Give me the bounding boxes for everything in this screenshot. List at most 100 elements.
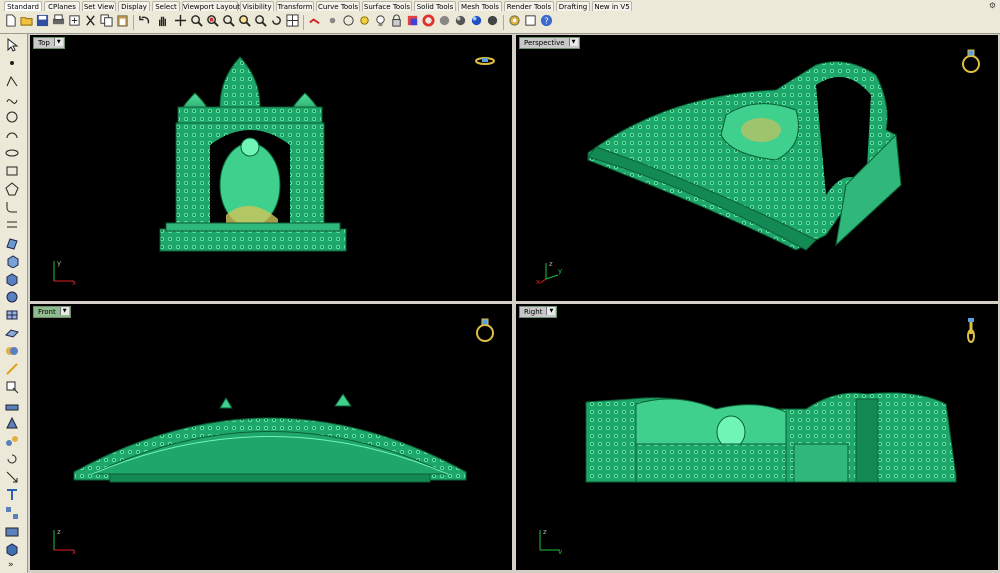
viewport-grid-icon[interactable] xyxy=(286,14,299,27)
layout-icon[interactable] xyxy=(5,506,19,520)
zoom-extents-icon[interactable] xyxy=(222,14,235,27)
zoom-icon[interactable] xyxy=(190,14,203,27)
tab-standard[interactable]: Standard xyxy=(4,1,42,11)
toolbar-separator xyxy=(503,15,504,30)
text-tool-icon[interactable] xyxy=(5,488,19,502)
group-icon[interactable] xyxy=(5,434,19,448)
temple-model-perspective-view xyxy=(587,61,902,251)
temple-model-front-view xyxy=(73,393,467,483)
viewport-right[interactable]: Right ▼ z y xyxy=(516,304,998,570)
render-preview-icon[interactable] xyxy=(486,14,499,27)
viewport-perspective[interactable]: Perspective ▼ z y x xyxy=(516,35,998,301)
zoom-selected-icon[interactable] xyxy=(254,14,267,27)
zoom-window-icon[interactable] xyxy=(206,14,219,27)
arc-icon[interactable] xyxy=(5,128,19,142)
zoom-all-icon[interactable] xyxy=(238,14,251,27)
open-file-icon[interactable] xyxy=(20,14,33,27)
toolbar-separator xyxy=(303,15,304,30)
more-tools-chevron-icon[interactable]: » xyxy=(8,560,14,570)
svg-text:?: ? xyxy=(544,15,548,25)
axis-y-label: y xyxy=(558,548,562,554)
move-view-icon[interactable] xyxy=(174,14,187,27)
sphere-solid-icon[interactable] xyxy=(5,290,19,304)
tab-render-tools[interactable]: Render Tools xyxy=(504,1,554,11)
tab-cplanes[interactable]: CPlanes xyxy=(44,1,80,11)
axis-y-label: y xyxy=(558,267,562,275)
boolean-icon[interactable] xyxy=(5,344,19,358)
axis-x-label: x xyxy=(536,278,540,285)
import-icon[interactable] xyxy=(68,14,81,27)
bulb-icon[interactable] xyxy=(374,14,387,27)
rectangle-icon[interactable] xyxy=(5,164,19,178)
toolbar-separator xyxy=(133,15,134,30)
new-file-icon[interactable] xyxy=(4,14,17,27)
ellipse-icon[interactable] xyxy=(5,146,19,160)
hide-icon[interactable] xyxy=(342,14,355,27)
circle-icon[interactable] xyxy=(5,110,19,124)
paste-icon[interactable] xyxy=(116,14,129,27)
select-object-icon[interactable] xyxy=(308,14,321,27)
layer-color-icon[interactable] xyxy=(406,14,419,27)
cut-icon[interactable] xyxy=(84,14,97,27)
viewport-top[interactable]: Top ▼ y x xyxy=(30,35,512,301)
pan-hand-icon[interactable] xyxy=(156,14,169,27)
axis-indicator: z x xyxy=(53,528,76,554)
toolbar-gear-icon[interactable]: ⚙ xyxy=(989,1,996,11)
transform-icon[interactable] xyxy=(5,380,19,394)
fillet-curve-icon[interactable] xyxy=(5,200,19,214)
select-arrow-icon[interactable] xyxy=(5,38,19,52)
properties-icon[interactable] xyxy=(524,14,537,27)
scale-icon[interactable] xyxy=(5,470,19,484)
axis-z-label: z xyxy=(543,528,547,536)
tab-surface-tools[interactable]: Surface Tools xyxy=(362,1,412,11)
tab-viewport-layout[interactable]: Viewport Layout xyxy=(182,1,240,11)
lights-icon[interactable] xyxy=(358,14,371,27)
dimension-icon[interactable] xyxy=(5,362,19,376)
array-icon[interactable] xyxy=(5,398,19,412)
rotate-icon[interactable] xyxy=(5,452,19,466)
curve-icon[interactable] xyxy=(5,92,19,106)
options-gear-icon[interactable] xyxy=(508,14,521,27)
shaded-sphere-icon[interactable] xyxy=(438,14,451,27)
axis-z-label: z xyxy=(549,260,553,268)
point-icon[interactable] xyxy=(5,56,19,70)
main-toolbar: ? xyxy=(0,12,1000,34)
surface-icon[interactable] xyxy=(5,236,19,250)
render-icon[interactable] xyxy=(470,14,483,27)
tab-drafting[interactable]: Drafting xyxy=(556,1,590,11)
viewport-front[interactable]: Front ▼ z x xyxy=(30,304,512,570)
tab-mesh-tools[interactable]: Mesh Tools xyxy=(458,1,502,11)
command-sidebar: » xyxy=(0,34,28,573)
shade-solid-icon[interactable] xyxy=(5,542,19,556)
copy-icon[interactable] xyxy=(100,14,113,27)
axis-x-label: x xyxy=(72,548,76,554)
save-icon[interactable] xyxy=(36,14,49,27)
plane-icon[interactable] xyxy=(5,326,19,340)
undo-icon[interactable] xyxy=(138,14,151,27)
camera-icon[interactable] xyxy=(5,524,19,538)
lock-icon[interactable] xyxy=(390,14,403,27)
analyze-icon[interactable] xyxy=(5,416,19,430)
color-wheel-icon[interactable] xyxy=(422,14,435,27)
axis-y-label: y xyxy=(57,259,61,267)
tab-curve-tools[interactable]: Curve Tools xyxy=(316,1,360,11)
tab-new-in-v5[interactable]: New in V5 xyxy=(592,1,632,11)
tab-visibility[interactable]: Visibility xyxy=(240,1,274,11)
polygon-icon[interactable] xyxy=(5,182,19,196)
print-icon[interactable] xyxy=(52,14,65,27)
mesh-icon[interactable] xyxy=(5,308,19,322)
tab-set-view[interactable]: Set View xyxy=(82,1,116,11)
help-icon[interactable]: ? xyxy=(540,14,553,27)
select-points-icon[interactable] xyxy=(326,14,339,27)
offset-curve-icon[interactable] xyxy=(5,218,19,232)
rotate-view-icon[interactable] xyxy=(270,14,283,27)
axis-z-label: z xyxy=(57,528,61,536)
tab-transform[interactable]: Transform xyxy=(276,1,314,11)
extrude-icon[interactable] xyxy=(5,254,19,268)
tab-display[interactable]: Display xyxy=(118,1,150,11)
box-solid-icon[interactable] xyxy=(5,272,19,286)
rendered-sphere-icon[interactable] xyxy=(454,14,467,27)
tab-select[interactable]: Select xyxy=(152,1,180,11)
tab-solid-tools[interactable]: Solid Tools xyxy=(414,1,456,11)
polyline-icon[interactable] xyxy=(5,74,19,88)
